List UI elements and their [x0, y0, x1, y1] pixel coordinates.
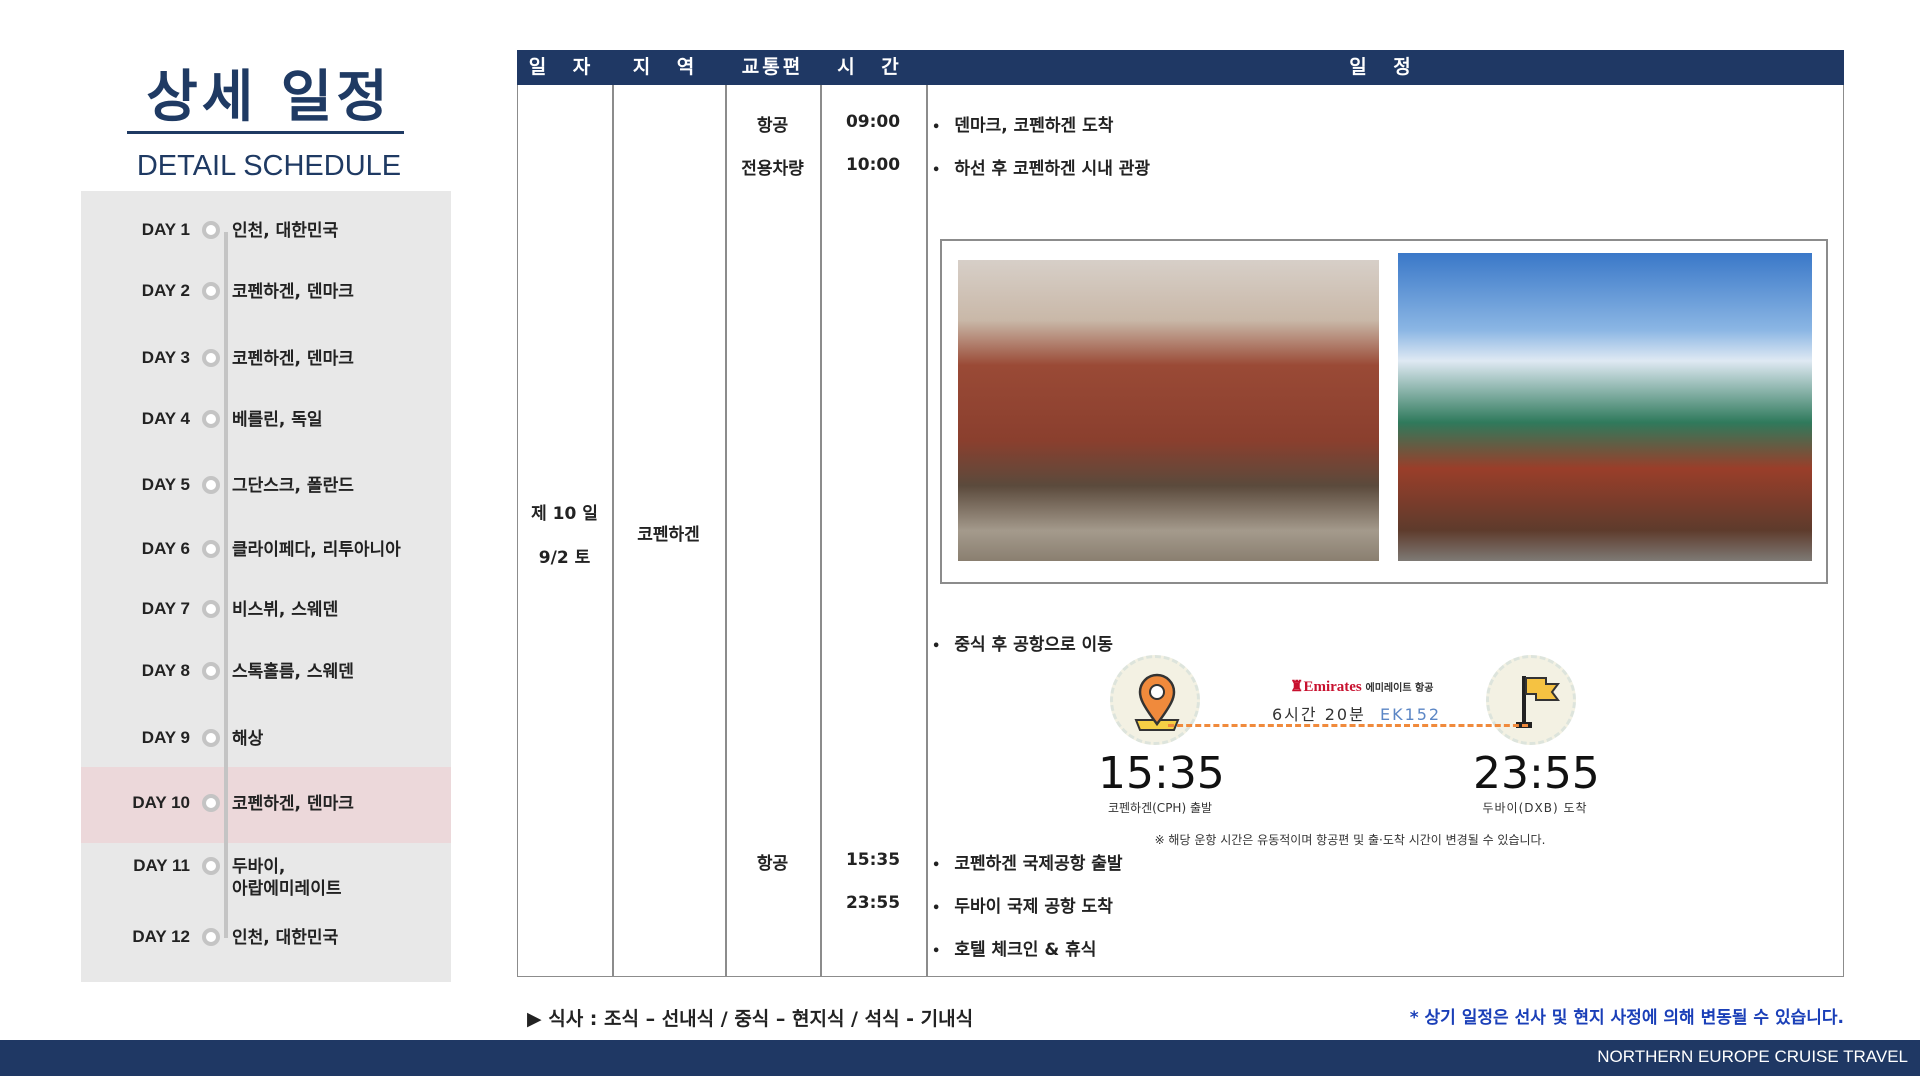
day-label: DAY 2 — [141, 281, 190, 300]
timeline-item-day-8[interactable]: DAY 8 스톡홀름, 스웨덴 — [110, 661, 450, 683]
flag-icon — [1516, 676, 1560, 728]
schedule-item: 코펜하겐 국제공항 출발 — [932, 849, 1122, 874]
timeline-item-day-12[interactable]: DAY 12 인천, 대한민국 — [110, 927, 450, 949]
day-place: 클라이페다, 리투아니아 — [232, 540, 401, 560]
timeline-dot-icon — [202, 729, 220, 747]
flight-number: EK152 — [1379, 705, 1442, 724]
timeline-dot-icon — [202, 221, 220, 239]
day-label: DAY 12 — [132, 927, 190, 946]
day-label: DAY 9 — [141, 728, 190, 747]
column-divider — [820, 85, 822, 977]
page-subtitle: DETAIL SCHEDULE — [136, 150, 402, 182]
emirates-emblem-icon: ♜ — [1290, 679, 1304, 695]
schedule-item: 하선 후 코펜하겐 시내 관광 — [932, 154, 1150, 179]
table-header: 일 자 지 역 교통편 시 간 일 정 — [517, 50, 1844, 85]
timeline-item-day-11[interactable]: DAY 11 두바이, 아랍에미레이트 — [110, 856, 450, 900]
schedule-notice: * 상기 일정은 선사 및 현지 사정에 의해 변동될 수 있습니다. — [1409, 1008, 1844, 1028]
time-cell: 09:00 — [845, 112, 901, 132]
day-place: 그단스크, 폴란드 — [232, 476, 354, 496]
arrival-time: 23:55 — [1473, 748, 1600, 799]
timeline-item-day-10[interactable]: DAY 10 코펜하겐, 덴마크 — [110, 793, 450, 815]
timeline-line — [224, 232, 228, 938]
flight-duration-line: 6시간 20분 EK152 — [1272, 701, 1441, 725]
time-cell: 10:00 — [845, 155, 901, 175]
timeline-dot-icon — [202, 662, 220, 680]
timeline-dot-icon — [202, 600, 220, 618]
timeline-item-day-1[interactable]: DAY 1 인천, 대한민국 — [110, 220, 450, 242]
day-label: DAY 8 — [141, 661, 190, 680]
day-label: DAY 10 — [132, 793, 190, 812]
timeline-item-day-2[interactable]: DAY 2 코펜하겐, 덴마크 — [110, 281, 450, 303]
column-divider — [926, 85, 928, 977]
timeline-dot-icon — [202, 794, 220, 812]
borsen-building-photo — [1398, 253, 1812, 561]
timeline-dot-icon — [202, 476, 220, 494]
header-region: 지 역 — [632, 56, 705, 78]
day-label: DAY 4 — [141, 409, 190, 428]
transport-cell: 항공 — [756, 116, 789, 136]
region-cell: 코펜하겐 — [637, 525, 700, 545]
schedule-item: 덴마크, 코펜하겐 도착 — [932, 111, 1113, 136]
day-place: 베를린, 독일 — [232, 410, 323, 430]
timeline-dot-icon — [202, 349, 220, 367]
timeline-dot-icon — [202, 410, 220, 428]
timeline-item-day-6[interactable]: DAY 6 클라이페다, 리투아니아 — [110, 539, 450, 561]
timeline-item-day-5[interactable]: DAY 5 그단스크, 폴란드 — [110, 475, 450, 497]
day-place: 해상 — [232, 729, 264, 749]
emirates-logo: ♜Emirates 에미레이트 항공 — [1290, 679, 1434, 695]
day-place: 인천, 대한민국 — [232, 221, 339, 241]
header-schedule: 일 정 — [1349, 56, 1421, 78]
timeline-item-day-7[interactable]: DAY 7 비스뷔, 스웨덴 — [110, 599, 450, 621]
header-time: 시 간 — [837, 56, 909, 78]
day-date: 9/2 토 — [538, 548, 591, 568]
header-date: 일 자 — [528, 56, 601, 78]
timeline-dot-icon — [202, 540, 220, 558]
time-cell: 23:55 — [845, 893, 901, 913]
day-label: DAY 7 — [141, 599, 190, 618]
time-cell: 15:35 — [845, 850, 901, 870]
schedule-item: 호텔 체크인 & 휴식 — [932, 935, 1096, 960]
location-pin-icon — [1134, 673, 1180, 731]
schedule-item: 중식 후 공항으로 이동 — [932, 630, 1113, 655]
departure-time: 15:35 — [1098, 748, 1225, 799]
timeline-item-day-4[interactable]: DAY 4 베를린, 독일 — [110, 409, 450, 431]
column-divider — [725, 85, 727, 977]
day-place: 비스뷔, 스웨덴 — [232, 600, 339, 620]
flight-duration: 6시간 20분 — [1272, 705, 1366, 724]
transport-cell: 항공 — [756, 854, 789, 874]
page-title: 상세 일정 — [146, 65, 392, 130]
title-divider — [127, 131, 404, 134]
timeline-item-day-3[interactable]: DAY 3 코펜하겐, 덴마크 — [110, 348, 450, 370]
timeline-dot-icon — [202, 928, 220, 946]
header-transport: 교통편 — [741, 56, 804, 78]
schedule-item: 두바이 국제 공항 도착 — [932, 892, 1113, 917]
transport-cell: 전용차량 — [741, 159, 804, 179]
timeline-dot-icon — [202, 857, 220, 875]
day-label: DAY 3 — [141, 348, 190, 367]
day-number: 제 10 일 — [531, 504, 598, 524]
day-place: 코펜하겐, 덴마크 — [232, 282, 354, 302]
day-place: 코펜하겐, 덴마크 — [232, 349, 354, 369]
flight-time-note: ※ 해당 운항 시간은 유동적이며 항공편 및 출·도착 시간이 변경될 수 있… — [1154, 833, 1546, 847]
day-label: DAY 1 — [141, 220, 190, 239]
timeline-item-day-9[interactable]: DAY 9 해상 — [110, 728, 450, 750]
arrival-label: 두바이(DXB) 도착 — [1482, 801, 1588, 815]
timeline-dot-icon — [202, 282, 220, 300]
day-label: DAY 5 — [141, 475, 190, 494]
meal-info: ▶ 식사 : 조식 – 선내식 / 중식 – 현지식 / 석식 - 기내식 — [527, 1008, 974, 1030]
day-place: 인천, 대한민국 — [232, 928, 339, 948]
brand-text: NORTHERN EUROPE CRUISE TRAVEL — [1597, 1047, 1908, 1066]
day-label: DAY 11 — [133, 856, 190, 875]
departure-label: 코펜하겐(CPH) 출발 — [1107, 801, 1213, 815]
frederiksborg-castle-photo — [958, 260, 1379, 561]
day-label: DAY 6 — [141, 539, 190, 558]
day-place: 코펜하겐, 덴마크 — [232, 794, 354, 814]
day-place: 스톡홀름, 스웨덴 — [232, 662, 354, 682]
day-place: 두바이, 아랍에미레이트 — [232, 857, 342, 899]
